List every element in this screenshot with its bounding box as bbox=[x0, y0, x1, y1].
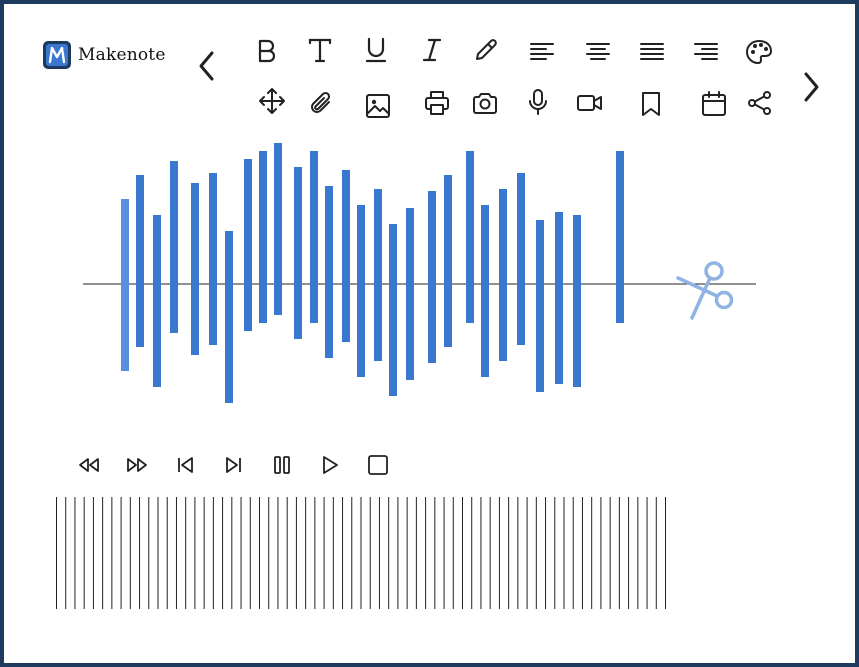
app-window: Makenote bbox=[0, 0, 859, 667]
timeline-ruler[interactable] bbox=[4, 4, 855, 663]
